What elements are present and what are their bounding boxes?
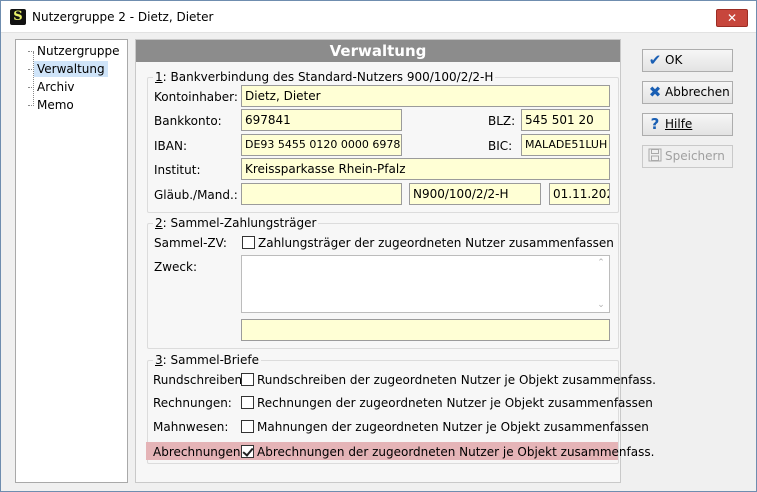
iban-label: IBAN: (154, 139, 187, 153)
bankkonto-field[interactable]: 697841 (241, 109, 402, 131)
question-icon: ? (650, 115, 660, 133)
bankkonto-label: Bankkonto: (154, 114, 222, 128)
bic-field[interactable]: MALADE51LUH (521, 134, 610, 156)
cancel-button[interactable]: ✖ Abbrechen (642, 81, 733, 104)
rundschreiben-label: Rundschreiben: (153, 373, 247, 387)
rechnungen-checkbox[interactable] (241, 396, 254, 409)
dialog-window: S Nutzergruppe 2 - Dietz, Dieter ✕ Nutze… (0, 0, 757, 492)
blz-field[interactable]: 545 501 20 (521, 109, 610, 131)
glaeubiger-id-field[interactable] (241, 183, 402, 205)
zweck-extra-field[interactable] (241, 319, 610, 341)
tree-item-verwaltung[interactable]: Verwaltung (28, 61, 108, 77)
checkmark-icon: ✔ (648, 51, 662, 69)
sammel-zv-checkbox-label[interactable]: Zahlungsträger der zugeordneten Nutzer z… (258, 236, 614, 250)
scroll-down-arrow-icon[interactable]: ⌄ (596, 301, 606, 310)
navigation-tree: Nutzergruppe Verwaltung Archiv Memo (15, 39, 128, 483)
mandat-date-field[interactable]: 01.11.2022 (549, 183, 610, 205)
zahlungstraeger-group-title: 2: Sammel-Zahlungsträger (153, 216, 319, 230)
tree-item-nutzergruppe[interactable]: Nutzergruppe (27, 43, 122, 59)
zweck-textarea[interactable]: ⌃ ⌄ (241, 255, 610, 313)
tree-item-archiv[interactable]: Archiv (28, 79, 78, 95)
window-title: Nutzergruppe 2 - Dietz, Dieter (32, 10, 214, 24)
mandat-reference-field[interactable]: N900/100/2/2-H (409, 183, 541, 205)
scroll-up-arrow-icon[interactable]: ⌃ (596, 259, 606, 268)
help-button[interactable]: ? Hilfe (642, 113, 733, 136)
kontoinhaber-label: Kontoinhaber: (154, 90, 238, 104)
abrechnungen-checkbox-label[interactable]: Abrechnungen der zugeordneten Nutzer je … (257, 445, 654, 459)
institut-field[interactable]: Kreissparkasse Rhein-Pfalz (241, 158, 610, 180)
zweck-label: Zweck: (154, 260, 198, 274)
title-bar[interactable]: S Nutzergruppe 2 - Dietz, Dieter ✕ (1, 1, 756, 33)
x-icon: ✖ (648, 83, 662, 101)
save-button[interactable]: Speichern (642, 145, 733, 168)
abrechnungen-label: Abrechnungen: (153, 445, 245, 459)
rundschreiben-checkbox-label[interactable]: Rundschreiben der zugeordneten Nutzer je… (257, 373, 656, 387)
institut-label: Institut: (154, 163, 201, 177)
close-button[interactable]: ✕ (716, 9, 748, 27)
rechnungen-label: Rechnungen: (153, 396, 232, 410)
glaeubiger-mandat-label: Gläub./Mand.: (154, 188, 238, 202)
blz-label: BLZ: (488, 114, 516, 128)
tree-item-memo[interactable]: Memo (28, 97, 77, 113)
ok-button[interactable]: ✔ OK (642, 49, 733, 72)
mahnwesen-checkbox[interactable] (241, 420, 254, 433)
iban-field[interactable]: DE93 5455 0120 0000 6978 41 (241, 134, 402, 156)
mahnwesen-checkbox-label[interactable]: Mahnungen der zugeordneten Nutzer je Obj… (257, 420, 649, 434)
bic-label: BIC: (488, 139, 513, 153)
sammel-zv-label: Sammel-ZV: (154, 236, 227, 250)
rundschreiben-checkbox[interactable] (241, 373, 254, 386)
mahnwesen-label: Mahnwesen: (153, 420, 229, 434)
verwaltung-panel: Verwaltung 1: Bankverbindung des Standar… (135, 39, 621, 483)
sammel-briefe-group-title: 3: Sammel-Briefe (153, 353, 261, 367)
floppy-disk-icon (647, 148, 663, 165)
abrechnungen-checkbox[interactable] (241, 445, 254, 458)
bank-group-title: 1: Bankverbindung des Standard-Nutzers 9… (153, 70, 496, 84)
kontoinhaber-field[interactable]: Dietz, Dieter (241, 85, 610, 107)
panel-title: Verwaltung (136, 40, 620, 62)
rechnungen-checkbox-label[interactable]: Rechnungen der zugeordneten Nutzer je Ob… (257, 396, 653, 410)
sammel-zv-checkbox[interactable] (242, 236, 255, 249)
app-logo-icon: S (10, 9, 26, 25)
